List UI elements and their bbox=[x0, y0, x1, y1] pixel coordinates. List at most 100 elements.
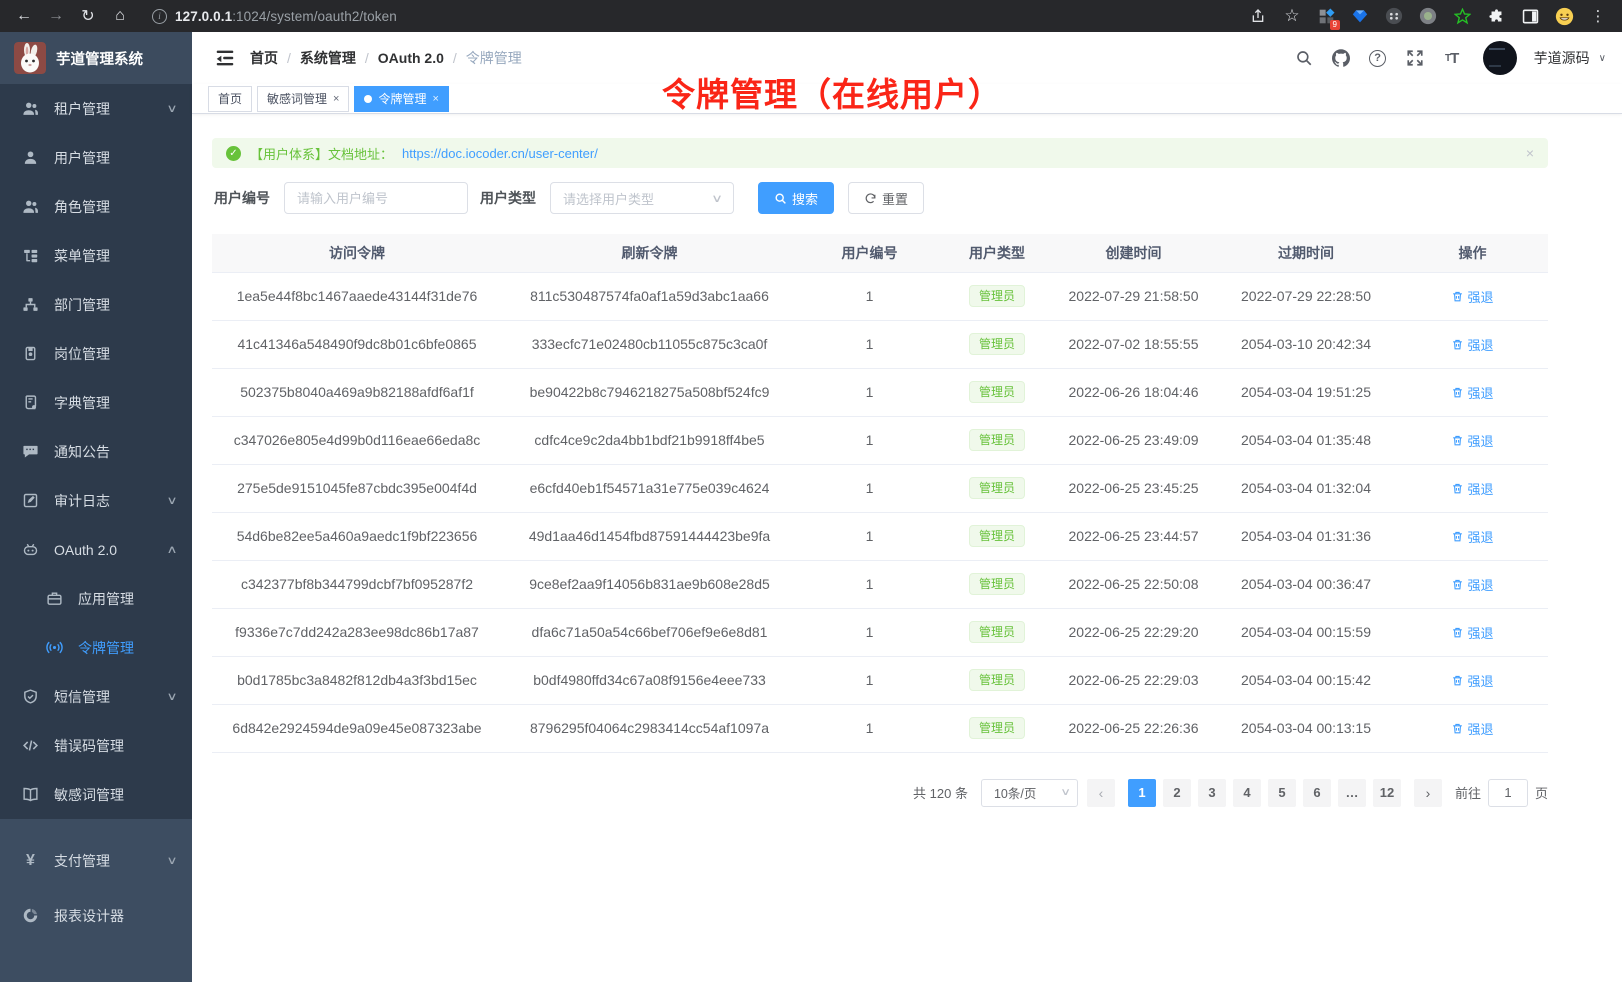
share-icon[interactable] bbox=[1248, 6, 1268, 26]
force-logout-button[interactable]: 强退 bbox=[1451, 287, 1493, 306]
access-token-cell: f9336e7c7dd242a283ee98dc86b17a87 bbox=[212, 608, 502, 656]
sidebar-item-audit[interactable]: 审计日志∨ bbox=[0, 476, 192, 525]
shield-icon bbox=[22, 688, 39, 705]
sidebar-item-oauth[interactable]: OAuth 2.0∧ bbox=[0, 525, 192, 574]
sidebar-item-code[interactable]: 错误码管理 bbox=[0, 721, 192, 770]
github-icon[interactable] bbox=[1331, 48, 1351, 68]
tab-active[interactable]: 令牌管理× bbox=[354, 86, 448, 112]
trash-icon bbox=[1451, 290, 1464, 303]
page-button-1[interactable]: 1 bbox=[1128, 779, 1156, 807]
force-logout-button[interactable]: 强退 bbox=[1451, 575, 1493, 594]
sidebar-item-report[interactable]: 报表设计器 bbox=[0, 888, 192, 943]
fullscreen-icon[interactable] bbox=[1405, 48, 1425, 68]
sidebar-item-dict[interactable]: 字典管理 bbox=[0, 378, 192, 427]
sidebar-item-users[interactable]: 租户管理∨ bbox=[0, 84, 192, 133]
extension-dark-circle-icon[interactable] bbox=[1384, 6, 1404, 26]
page-button-2[interactable]: 2 bbox=[1163, 779, 1191, 807]
sidebar-item-app[interactable]: 应用管理 bbox=[0, 574, 192, 623]
username[interactable]: 芋道源码 bbox=[1534, 48, 1590, 68]
font-size-icon[interactable]: TT bbox=[1442, 48, 1462, 68]
browser-back-button[interactable]: ← bbox=[10, 3, 38, 29]
force-logout-button[interactable]: 强退 bbox=[1451, 479, 1493, 498]
reset-button[interactable]: 重置 bbox=[848, 182, 924, 214]
user-type-select[interactable]: 请选择用户类型 ∨ bbox=[550, 182, 734, 214]
page-button-5[interactable]: 5 bbox=[1268, 779, 1296, 807]
page-button-6[interactable]: 6 bbox=[1303, 779, 1331, 807]
breadcrumb-item[interactable]: OAuth 2.0 bbox=[378, 50, 444, 66]
browser-menu-icon[interactable]: ⋮ bbox=[1588, 6, 1608, 26]
page-size-select[interactable]: 10条/页 ∨ bbox=[981, 779, 1078, 807]
extensions-puzzle-icon[interactable] bbox=[1486, 6, 1506, 26]
force-logout-button[interactable]: 强退 bbox=[1451, 383, 1493, 402]
tab-item[interactable]: 首页 bbox=[208, 86, 252, 112]
chevron-up-icon: ∧ bbox=[166, 543, 177, 556]
sidebar-item-post[interactable]: 岗位管理 bbox=[0, 329, 192, 378]
trash-icon bbox=[1451, 530, 1464, 543]
more-pages-button[interactable]: … bbox=[1338, 779, 1366, 807]
prev-page-button[interactable]: ‹ bbox=[1087, 779, 1115, 807]
filter-form: 用户编号 用户类型 请选择用户类型 ∨ 搜索 重置 bbox=[212, 182, 1602, 214]
user-avatar[interactable] bbox=[1483, 41, 1517, 75]
force-logout-button[interactable]: 强退 bbox=[1451, 623, 1493, 642]
site-info-icon[interactable]: i bbox=[152, 9, 167, 24]
user-type-badge: 管理员 bbox=[969, 333, 1025, 355]
page-button-12[interactable]: 12 bbox=[1373, 779, 1401, 807]
breadcrumb-item[interactable]: 系统管理 bbox=[300, 48, 356, 68]
user-type-badge: 管理员 bbox=[969, 525, 1025, 547]
close-icon[interactable]: × bbox=[333, 93, 339, 105]
sidebar-item-token[interactable]: 令牌管理 bbox=[0, 623, 192, 672]
address-bar[interactable]: i 127.0.0.1:1024/system/oauth2/token bbox=[138, 9, 1244, 24]
alert-text: 【用户体系】文档地址： bbox=[250, 144, 393, 163]
force-logout-button[interactable]: 强退 bbox=[1451, 719, 1493, 738]
close-icon[interactable]: × bbox=[432, 93, 438, 105]
alert-doc-link[interactable]: https://doc.iocoder.cn/user-center/ bbox=[402, 146, 598, 161]
next-page-button[interactable]: › bbox=[1414, 779, 1442, 807]
search-button[interactable]: 搜索 bbox=[758, 182, 834, 214]
profile-avatar-icon[interactable] bbox=[1554, 6, 1574, 26]
sidebar-item-notice[interactable]: 通知公告 bbox=[0, 427, 192, 476]
sidebar-item-user[interactable]: 用户管理 bbox=[0, 133, 192, 182]
page-button-3[interactable]: 3 bbox=[1198, 779, 1226, 807]
search-icon[interactable] bbox=[1294, 48, 1314, 68]
breadcrumb-item[interactable]: 首页 bbox=[250, 48, 278, 68]
report-icon bbox=[22, 907, 39, 924]
sidebar-item-tree[interactable]: 菜单管理 bbox=[0, 231, 192, 280]
user-type-cell: 管理员 bbox=[942, 656, 1052, 704]
user-id-cell: 1 bbox=[797, 656, 942, 704]
breadcrumb-separator: / bbox=[453, 50, 457, 66]
extension-gem-icon[interactable] bbox=[1350, 6, 1370, 26]
sidebar-item-org[interactable]: 部门管理 bbox=[0, 280, 192, 329]
page-button-4[interactable]: 4 bbox=[1233, 779, 1261, 807]
tab-item[interactable]: 敏感词管理 × bbox=[257, 86, 349, 112]
expire-time-cell: 2054-03-04 01:31:36 bbox=[1215, 512, 1397, 560]
sidebar-item-shield[interactable]: 短信管理∨ bbox=[0, 672, 192, 721]
force-logout-button[interactable]: 强退 bbox=[1451, 431, 1493, 450]
help-icon[interactable]: ? bbox=[1368, 48, 1388, 68]
table-row: b0d1785bc3a8482f812db4a3f3bd15ecb0df4980… bbox=[212, 656, 1548, 704]
alert-close-icon[interactable]: × bbox=[1526, 145, 1534, 161]
force-logout-button[interactable]: 强退 bbox=[1451, 335, 1493, 354]
user-caret-icon[interactable]: ∨ bbox=[1599, 53, 1606, 64]
side-panel-icon[interactable] bbox=[1520, 6, 1540, 26]
extension-recorder-icon[interactable] bbox=[1418, 6, 1438, 26]
browser-actions: ☆ 9 ⋮ bbox=[1248, 6, 1612, 26]
sidebar-fold-icon[interactable] bbox=[214, 47, 236, 69]
extension-tabs-icon[interactable]: 9 bbox=[1316, 6, 1336, 26]
sidebar-item-pay[interactable]: ¥支付管理∨ bbox=[0, 833, 192, 888]
force-logout-button[interactable]: 强退 bbox=[1451, 527, 1493, 546]
action-cell: 强退 bbox=[1397, 608, 1548, 656]
browser-home-button[interactable]: ⌂ bbox=[106, 3, 134, 29]
sidebar-logo[interactable]: 芋道管理系统 bbox=[0, 32, 192, 84]
sidebar-item-book[interactable]: 敏感词管理 bbox=[0, 770, 192, 819]
bookmark-star-icon[interactable]: ☆ bbox=[1282, 6, 1302, 26]
browser-forward-button[interactable]: → bbox=[42, 3, 70, 29]
tab-label: 敏感词管理 bbox=[267, 90, 327, 107]
sidebar-item-users[interactable]: 角色管理 bbox=[0, 182, 192, 231]
browser-reload-button[interactable]: ↻ bbox=[74, 3, 102, 29]
force-logout-button[interactable]: 强退 bbox=[1451, 671, 1493, 690]
user-type-cell: 管理员 bbox=[942, 272, 1052, 320]
user-type-cell: 管理员 bbox=[942, 368, 1052, 416]
extension-green-star-icon[interactable] bbox=[1452, 6, 1472, 26]
goto-page-input[interactable] bbox=[1488, 779, 1528, 807]
user-id-input[interactable] bbox=[284, 182, 468, 214]
